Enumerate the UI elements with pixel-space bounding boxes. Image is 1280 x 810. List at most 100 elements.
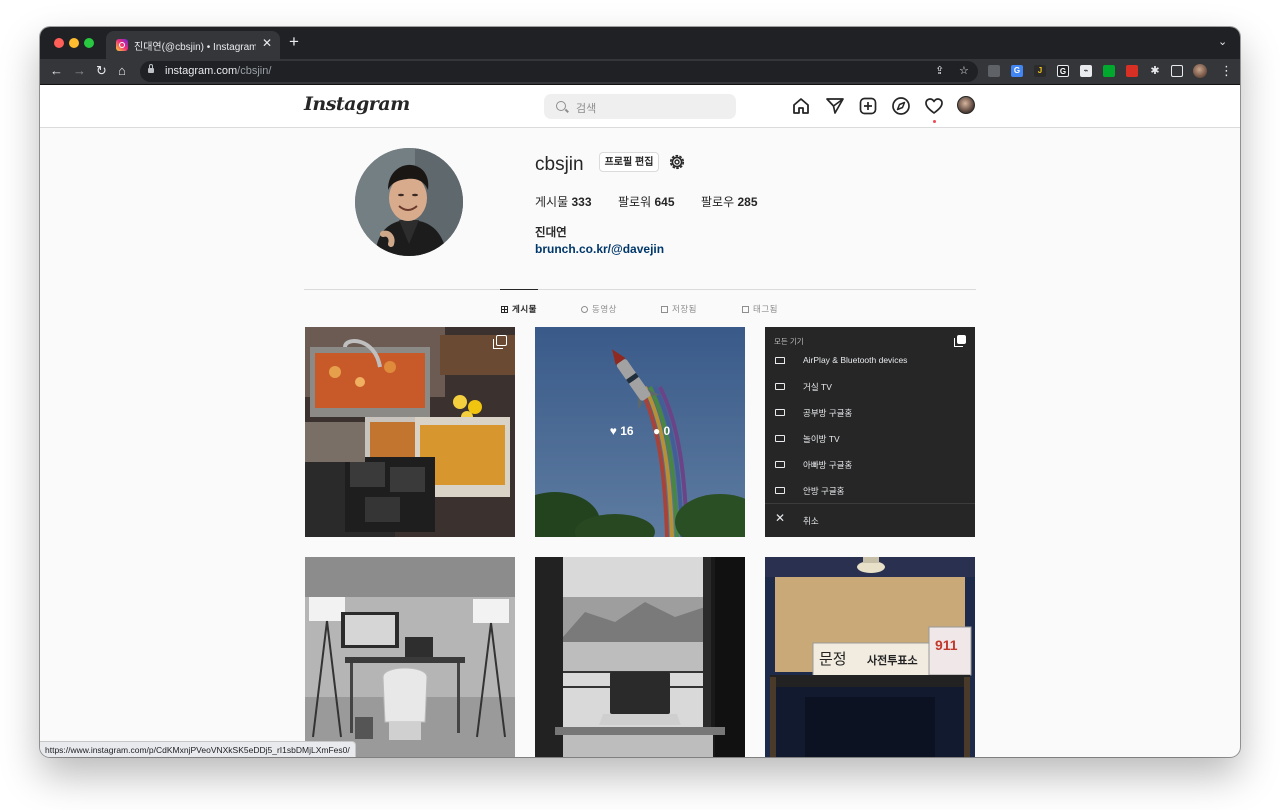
edit-profile-button[interactable]: 프로필 편집: [599, 152, 659, 172]
cast-cancel-button[interactable]: 취소: [803, 515, 819, 527]
reload-icon[interactable]: ↻: [96, 62, 107, 80]
extension-tabs-icon[interactable]: [988, 65, 1000, 77]
posts-label: 게시물: [535, 195, 569, 209]
cast-device-label: 안방 구글홈: [803, 486, 845, 496]
badge-number-text: 911: [935, 637, 958, 653]
profile-avatar[interactable]: [355, 148, 463, 256]
comments-count: 0: [663, 424, 671, 438]
cast-device-item[interactable]: 놀이방 TV: [765, 427, 975, 453]
browser-toolbar: ← → ↻ ⌂ instagram.com/cbsjin/ ⇪ ☆ G J G …: [40, 59, 1240, 85]
cast-device-label: 아빠방 구글홈: [803, 460, 853, 470]
browser-menu-icon[interactable]: ⋮: [1220, 63, 1233, 79]
browser-profile-avatar[interactable]: [1193, 64, 1207, 78]
cast-menu: 모든 기기 AirPlay & Bluetooth devices 거실 TV …: [765, 327, 975, 537]
settings-gear-icon[interactable]: [668, 153, 686, 171]
minimize-window-button[interactable]: [69, 38, 79, 48]
posts-count: 333: [571, 195, 592, 209]
tab-tagged[interactable]: 태그됨: [742, 303, 778, 315]
post-thumbnail[interactable]: [305, 327, 515, 537]
direct-message-icon[interactable]: [825, 96, 845, 116]
cast-device-item[interactable]: 공부방 구글홈: [765, 401, 975, 427]
tab-bar: 진대연(@cbsjin) • Instagram 사진 및 동영상 ✕ + ⌄: [40, 27, 1240, 59]
search-input[interactable]: 검색: [544, 94, 736, 119]
cast-icon: [775, 435, 785, 442]
tab-label: 태그됨: [753, 304, 778, 314]
likes-stat: ♥ 16: [609, 424, 634, 438]
post-hover-stats: ♥ 16 ● 0: [535, 424, 745, 438]
extension-link-icon[interactable]: ⌁: [1080, 65, 1092, 77]
tab-videos[interactable]: 동영상: [581, 303, 617, 315]
profile-full-name: 진대연: [535, 227, 567, 239]
profile-avatar-nav[interactable]: [957, 96, 975, 114]
activity-heart-icon[interactable]: [924, 96, 944, 116]
cast-device-label: 놀이방 TV: [803, 434, 840, 444]
explore-compass-icon[interactable]: [891, 96, 911, 116]
browser-window: 진대연(@cbsjin) • Instagram 사진 및 동영상 ✕ + ⌄ …: [40, 27, 1240, 757]
search-icon: [556, 101, 566, 111]
close-icon[interactable]: ✕: [775, 512, 785, 524]
multiple-photos-icon: [493, 335, 507, 349]
cast-device-item[interactable]: 안방 구글홈: [765, 479, 975, 505]
cast-device-label: 거실 TV: [803, 382, 832, 392]
bookmark-star-icon[interactable]: ☆: [959, 64, 969, 78]
sign-handwritten-text: 문정: [819, 650, 847, 668]
post-thumbnail-hovered[interactable]: ♥ 16 ● 0: [535, 327, 745, 537]
following-count: 285: [737, 195, 758, 209]
home-icon[interactable]: ⌂: [118, 62, 126, 80]
followers-label: 팔로워: [618, 195, 652, 209]
bookmark-icon: [661, 306, 668, 313]
instagram-favicon-icon: [116, 39, 128, 51]
link-status-bar: https://www.instagram.com/p/CdKMxnjPVeoV…: [40, 741, 356, 757]
tab-search-chevron-icon[interactable]: ⌄: [1218, 35, 1227, 48]
profile-website-link[interactable]: brunch.co.kr/@davejin: [535, 242, 664, 256]
tagged-person-icon: [742, 306, 749, 313]
address-bar[interactable]: instagram.com/cbsjin/ ⇪ ☆: [140, 61, 978, 82]
extension-red-icon[interactable]: [1126, 65, 1138, 77]
posts-count-stat: 게시물 333: [535, 193, 592, 210]
instagram-logo[interactable]: Instagram: [304, 93, 410, 115]
cast-device-label: AirPlay & Bluetooth devices: [803, 355, 908, 365]
tab-saved[interactable]: 저장됨: [661, 303, 697, 315]
extension-evernote-icon[interactable]: [1103, 65, 1115, 77]
extension-jvl-icon[interactable]: J: [1034, 65, 1046, 77]
new-post-icon[interactable]: [858, 96, 878, 116]
zoom-window-button[interactable]: [84, 38, 94, 48]
extension-g-icon[interactable]: G: [1057, 65, 1069, 77]
home-nav-icon[interactable]: [791, 96, 811, 116]
forward-arrow-icon[interactable]: →: [73, 62, 86, 80]
profile-username: cbsjin: [535, 154, 584, 175]
video-play-icon: [581, 306, 588, 313]
followers-count: 645: [654, 195, 675, 209]
share-icon[interactable]: ⇪: [935, 64, 944, 78]
url-text[interactable]: instagram.com/cbsjin/: [165, 65, 271, 77]
multiple-photos-icon: [954, 335, 966, 347]
tab-close-button[interactable]: ✕: [262, 36, 272, 50]
tab-label: 저장됨: [672, 304, 697, 314]
tab-posts[interactable]: 게시물: [501, 303, 537, 315]
tabs-divider: [304, 289, 976, 290]
instagram-header: Instagram 검색: [40, 85, 1240, 128]
grid-icon: [501, 306, 508, 313]
browser-tab[interactable]: 진대연(@cbsjin) • Instagram 사진 및 동영상 ✕: [106, 31, 280, 59]
cast-device-airplay[interactable]: AirPlay & Bluetooth devices: [765, 349, 975, 375]
following-label: 팔로우: [701, 195, 735, 209]
post-thumbnail[interactable]: [305, 557, 515, 757]
cast-icon: [775, 487, 785, 494]
followers-stat[interactable]: 팔로워 645: [618, 193, 675, 210]
following-stat[interactable]: 팔로우 285: [701, 193, 758, 210]
cast-device-item[interactable]: 거실 TV: [765, 375, 975, 401]
side-panel-icon[interactable]: [1171, 65, 1183, 77]
cast-menu-heading: 모든 기기: [774, 337, 804, 346]
post-thumbnail[interactable]: 문정 사전투표소 911: [765, 557, 975, 757]
back-arrow-icon[interactable]: ←: [50, 62, 63, 80]
new-tab-button[interactable]: +: [289, 32, 299, 52]
extensions-puzzle-icon[interactable]: ✱: [1149, 65, 1161, 77]
extension-translate-icon[interactable]: G: [1011, 65, 1023, 77]
search-placeholder: 검색: [576, 103, 597, 115]
cast-device-item[interactable]: 아빠방 구글홈: [765, 453, 975, 479]
comments-stat: ● 0: [652, 424, 671, 438]
post-thumbnail[interactable]: [535, 557, 745, 757]
close-window-button[interactable]: [54, 38, 64, 48]
tab-label: 동영상: [592, 304, 617, 314]
cast-device-label: 공부방 구글홈: [803, 408, 853, 418]
